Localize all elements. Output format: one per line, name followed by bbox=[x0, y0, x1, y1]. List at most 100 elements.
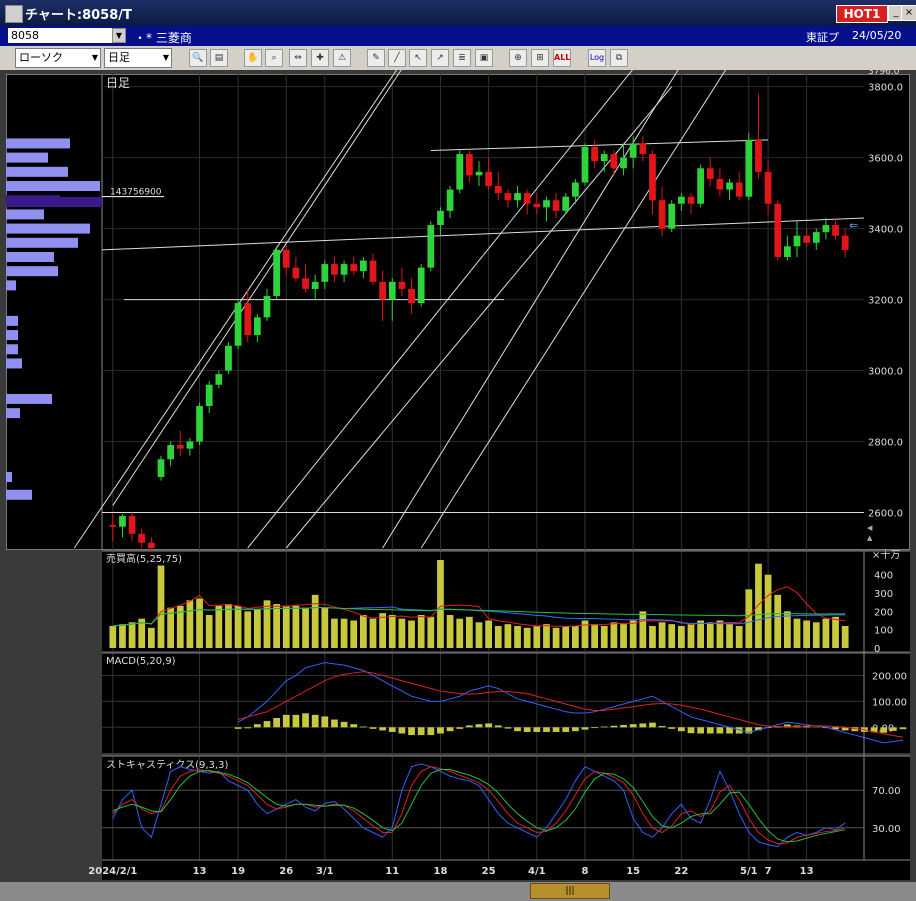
horizontal-scrollbar[interactable] bbox=[0, 882, 916, 901]
macd-histogram-bar bbox=[456, 727, 464, 729]
macd-histogram-bar bbox=[552, 727, 560, 732]
candle-body bbox=[803, 235, 811, 243]
macd-histogram-bar bbox=[803, 726, 811, 728]
date-tick-label: 3/1 bbox=[316, 866, 334, 877]
volume-bar bbox=[109, 626, 117, 648]
candle-body bbox=[446, 189, 454, 211]
candle-body bbox=[668, 203, 676, 229]
macd-histogram-bar bbox=[234, 727, 242, 729]
fund-icon[interactable]: ✋ bbox=[244, 49, 262, 67]
candle-body bbox=[523, 193, 531, 204]
close-button[interactable]: × bbox=[901, 5, 916, 21]
window-icon[interactable]: ▤ bbox=[210, 49, 228, 67]
macd-histogram-bar bbox=[437, 727, 444, 734]
price-tick-label: 3800.0 bbox=[868, 83, 903, 94]
price-axis-bg bbox=[864, 74, 910, 550]
macd-histogram-bar bbox=[485, 723, 493, 728]
volume-bar bbox=[639, 611, 647, 648]
volume-bar bbox=[186, 600, 194, 648]
chart-svg[interactable]: 2600.0 2800.0 3000.0 3200.0 3400.0 3600.0 3800… bbox=[6, 33, 910, 880]
candle-body bbox=[735, 182, 743, 197]
line-icon[interactable]: ╱ bbox=[388, 49, 406, 67]
candle-body bbox=[128, 516, 136, 534]
volume-bar bbox=[706, 622, 714, 648]
macd-histogram-bar bbox=[639, 723, 647, 728]
macd-histogram-bar bbox=[899, 727, 907, 730]
candle-body bbox=[764, 171, 772, 204]
chevron-down-icon: ▼ bbox=[162, 53, 169, 62]
volume-profile-bar bbox=[6, 330, 18, 341]
candle-body bbox=[456, 154, 464, 190]
volume-bar bbox=[523, 627, 531, 648]
volume-bar bbox=[591, 624, 599, 648]
date-tick-label: 15 bbox=[626, 866, 640, 877]
macd-histogram-bar bbox=[273, 717, 281, 728]
scroll-up-marker: ▲ bbox=[867, 534, 873, 542]
candle2-icon[interactable]: ⊞ bbox=[531, 49, 549, 67]
split-icon[interactable]: ⇔ bbox=[289, 49, 307, 67]
volume-bar bbox=[388, 615, 396, 648]
macd-histogram-bar bbox=[398, 727, 406, 734]
volume-bar bbox=[263, 600, 271, 648]
trash-icon[interactable]: ▣ bbox=[475, 49, 493, 67]
volume-bar bbox=[677, 626, 685, 648]
stoch-panel-bg bbox=[102, 756, 910, 860]
chart-style-value: ローソク bbox=[19, 51, 63, 64]
macd-histogram-bar bbox=[649, 722, 656, 728]
macd-histogram-bar bbox=[533, 727, 541, 732]
alert-icon[interactable]: ⚠ bbox=[333, 49, 351, 67]
volume-bar bbox=[697, 620, 705, 648]
candle1-icon[interactable]: ⊕ bbox=[509, 49, 527, 67]
date-tick-label: 5/1 bbox=[740, 866, 758, 877]
date-tick-label: 25 bbox=[482, 866, 496, 877]
cursor-icon[interactable]: ↖ bbox=[409, 49, 427, 67]
volume-profile-bar bbox=[6, 166, 68, 177]
candle-body bbox=[292, 267, 300, 279]
date-tick-label: 7 bbox=[765, 866, 772, 877]
volume-bar bbox=[832, 616, 839, 648]
cross-red-icon[interactable]: ✚ bbox=[311, 49, 329, 67]
volume-profile-bar bbox=[6, 152, 48, 163]
candle-body bbox=[649, 154, 656, 201]
volume-bar bbox=[234, 605, 242, 648]
arrange-icon[interactable]: ⧉ bbox=[610, 49, 628, 67]
volume-unit-label: ×十万 bbox=[872, 548, 900, 561]
candle-body bbox=[176, 445, 184, 449]
macd-histogram-bar bbox=[359, 726, 367, 728]
volume-bar bbox=[600, 626, 608, 648]
candle-body bbox=[697, 168, 705, 204]
symbol-code-input[interactable]: 8058 bbox=[8, 28, 118, 43]
chart-style-select[interactable]: ローソク ▼ bbox=[15, 48, 101, 68]
toolbar: ローソク ▼ 日足 ▼ 🔍 ▤ ✋ ⌕ ⇔ ✚ ⚠ ✎ ╱ ↖ ↗ ≣ ▣ ⊕ ⊞ … bbox=[0, 46, 916, 70]
candle-body bbox=[629, 143, 637, 158]
volume-bar bbox=[649, 626, 656, 648]
volume-profile-bar bbox=[6, 223, 90, 234]
volume-bar bbox=[417, 615, 425, 648]
volume-profile-bar bbox=[6, 138, 70, 149]
volume-bar bbox=[726, 624, 733, 648]
title-bar: チャート:8058/T HOT1 _ □ × bbox=[0, 0, 916, 26]
candle-body bbox=[706, 168, 714, 179]
scroll-thumb[interactable]: ||| bbox=[530, 883, 610, 899]
period-select[interactable]: 日足 ▼ bbox=[104, 48, 172, 68]
symbol-dropdown-button[interactable]: ▼ bbox=[112, 28, 126, 43]
all-icon[interactable]: ALL bbox=[553, 49, 571, 67]
last-price-arrow: ⇐ bbox=[849, 219, 858, 232]
candle-body bbox=[263, 296, 271, 318]
candle-body bbox=[841, 235, 849, 250]
pen-icon[interactable]: ✎ bbox=[367, 49, 385, 67]
log-icon[interactable]: Log bbox=[588, 49, 606, 67]
macd-histogram-bar bbox=[523, 727, 531, 732]
volume-bar bbox=[446, 615, 454, 648]
volume-bar bbox=[244, 611, 252, 648]
arrow-icon[interactable]: ↗ bbox=[431, 49, 449, 67]
candle-body bbox=[311, 281, 319, 289]
candle-body bbox=[774, 203, 782, 257]
volume-bar bbox=[543, 624, 550, 648]
macd-histogram-bar bbox=[475, 724, 483, 728]
hot-badge[interactable]: HOT1 bbox=[836, 5, 888, 23]
search-doc-icon[interactable]: ⌕ bbox=[265, 49, 283, 67]
list-icon[interactable]: ≣ bbox=[453, 49, 471, 67]
zoom-icon[interactable]: 🔍 bbox=[189, 49, 207, 67]
candle-body bbox=[398, 281, 406, 289]
